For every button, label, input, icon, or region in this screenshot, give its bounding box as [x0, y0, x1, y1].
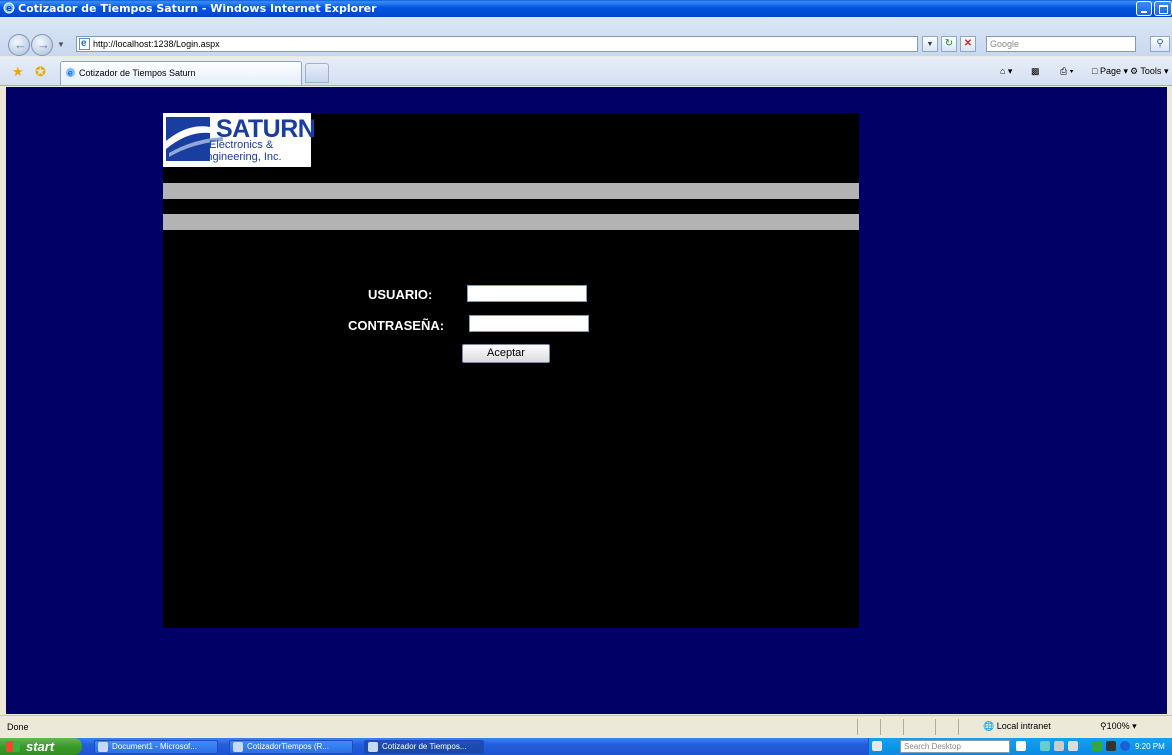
search-icon: ⚲	[1156, 38, 1164, 49]
refresh-button[interactable]: ↻	[941, 36, 957, 52]
contrasena-label: CONTRASEÑA:	[348, 318, 445, 333]
start-button[interactable]: start	[0, 738, 82, 755]
history-dropdown-icon[interactable]: ▼	[57, 40, 65, 49]
window-title: Cotizador de Tiempos Saturn - Windows In…	[18, 2, 377, 15]
bluetooth-icon[interactable]	[1120, 741, 1130, 751]
status-text: Done	[7, 722, 29, 732]
address-dropdown-button[interactable]: ▼	[922, 36, 938, 52]
favorites-star-icon[interactable]: ★	[12, 64, 24, 80]
back-button[interactable]: ←	[8, 34, 30, 56]
ie-icon	[368, 742, 378, 752]
back-arrow-icon: ←	[14, 37, 27, 52]
network-icon[interactable]	[1040, 741, 1050, 751]
taskbar-item-ie[interactable]: Cotizador de Tiempos...	[364, 740, 484, 754]
zoom-label: 100%	[1106, 721, 1130, 731]
usuario-label: USUARIO:	[368, 287, 433, 302]
volume-icon[interactable]	[1054, 741, 1064, 751]
forward-button[interactable]: →	[31, 34, 53, 56]
search-icon[interactable]	[1016, 741, 1026, 751]
zoom-control[interactable]: ⚲100% ▾	[1100, 721, 1137, 732]
ie-icon: e	[65, 67, 76, 77]
search-button[interactable]: ⚲	[1150, 36, 1170, 52]
page-icon	[79, 37, 90, 51]
clock: 9:20 PM	[1135, 742, 1165, 751]
feeds-icon[interactable]: ▩	[1031, 66, 1040, 77]
help-icon[interactable]	[872, 741, 882, 751]
page-menu-label: Page	[1099, 66, 1121, 76]
maximize-button[interactable]	[1154, 1, 1172, 16]
tab-title: Cotizador de Tiempos Saturn	[79, 68, 196, 78]
home-icon[interactable]: ⌂ ▾	[1000, 66, 1012, 77]
minimize-button[interactable]	[1136, 1, 1152, 16]
windows-flag-icon	[6, 741, 20, 752]
stop-icon: ✕	[963, 38, 973, 49]
tray-app-icon[interactable]	[1106, 741, 1116, 751]
usuario-input[interactable]	[467, 285, 587, 302]
security-tray-icon[interactable]	[1092, 741, 1102, 751]
stop-button[interactable]: ✕	[960, 36, 976, 52]
svg-text:e: e	[68, 67, 73, 77]
zoom-icon: ⚲	[1100, 721, 1107, 731]
gear-icon: ⚙	[1130, 66, 1139, 76]
ie-icon: e	[3, 2, 15, 14]
print-icon[interactable]: ⎙ ▾	[1060, 66, 1073, 77]
tray-icon[interactable]	[1068, 741, 1078, 751]
header-bar-top	[163, 183, 859, 199]
taskbar-item-cotizadortiempos[interactable]: CotizadorTiempos (R...	[229, 740, 353, 754]
tab-cotizador[interactable]: e Cotizador de Tiempos Saturn	[60, 61, 302, 85]
refresh-icon: ↻	[944, 38, 954, 49]
new-tab-button[interactable]	[305, 63, 329, 83]
tools-menu-label: Tools	[1140, 66, 1162, 76]
security-zone[interactable]: 🌐 Local intranet	[983, 721, 1051, 732]
tools-menu[interactable]: ⚙ Tools ▾	[1130, 66, 1168, 77]
page-menu[interactable]: □ Page ▾	[1092, 66, 1128, 77]
header-bar-bottom	[163, 214, 859, 230]
forward-arrow-icon: →	[37, 37, 50, 52]
address-bar[interactable]: http://localhost:1238/Login.aspx	[76, 36, 918, 52]
visual-studio-icon	[233, 742, 243, 752]
word-icon	[98, 742, 108, 752]
taskbar-item-document1[interactable]: Document1 - Microsof...	[94, 740, 218, 754]
zone-label: Local intranet	[996, 721, 1051, 731]
start-label: start	[26, 739, 55, 754]
page-icon: □	[1092, 66, 1098, 76]
contrasena-input[interactable]	[469, 315, 589, 332]
logo-subtitle-1: Electronics &	[209, 139, 274, 151]
chevron-down-icon: ▼	[926, 41, 934, 48]
add-favorites-icon[interactable]: ✪	[35, 64, 46, 80]
saturn-logo: SATURN Electronics & Engineering, Inc.	[163, 113, 316, 167]
search-input[interactable]: Google	[986, 36, 1136, 52]
desktop-search-input[interactable]: Search Desktop	[900, 740, 1010, 753]
window-title-bar: e Cotizador de Tiempos Saturn - Windows …	[0, 0, 1172, 17]
address-url: http://localhost:1238/Login.aspx	[93, 39, 220, 49]
status-bar: Done 🌐 Local intranet ⚲100% ▾	[0, 715, 1172, 738]
svg-text:e: e	[6, 4, 12, 14]
aceptar-button[interactable]: Aceptar	[462, 344, 550, 363]
globe-icon: 🌐	[983, 721, 995, 731]
logo-subtitle-2: Engineering, Inc.	[199, 151, 282, 163]
